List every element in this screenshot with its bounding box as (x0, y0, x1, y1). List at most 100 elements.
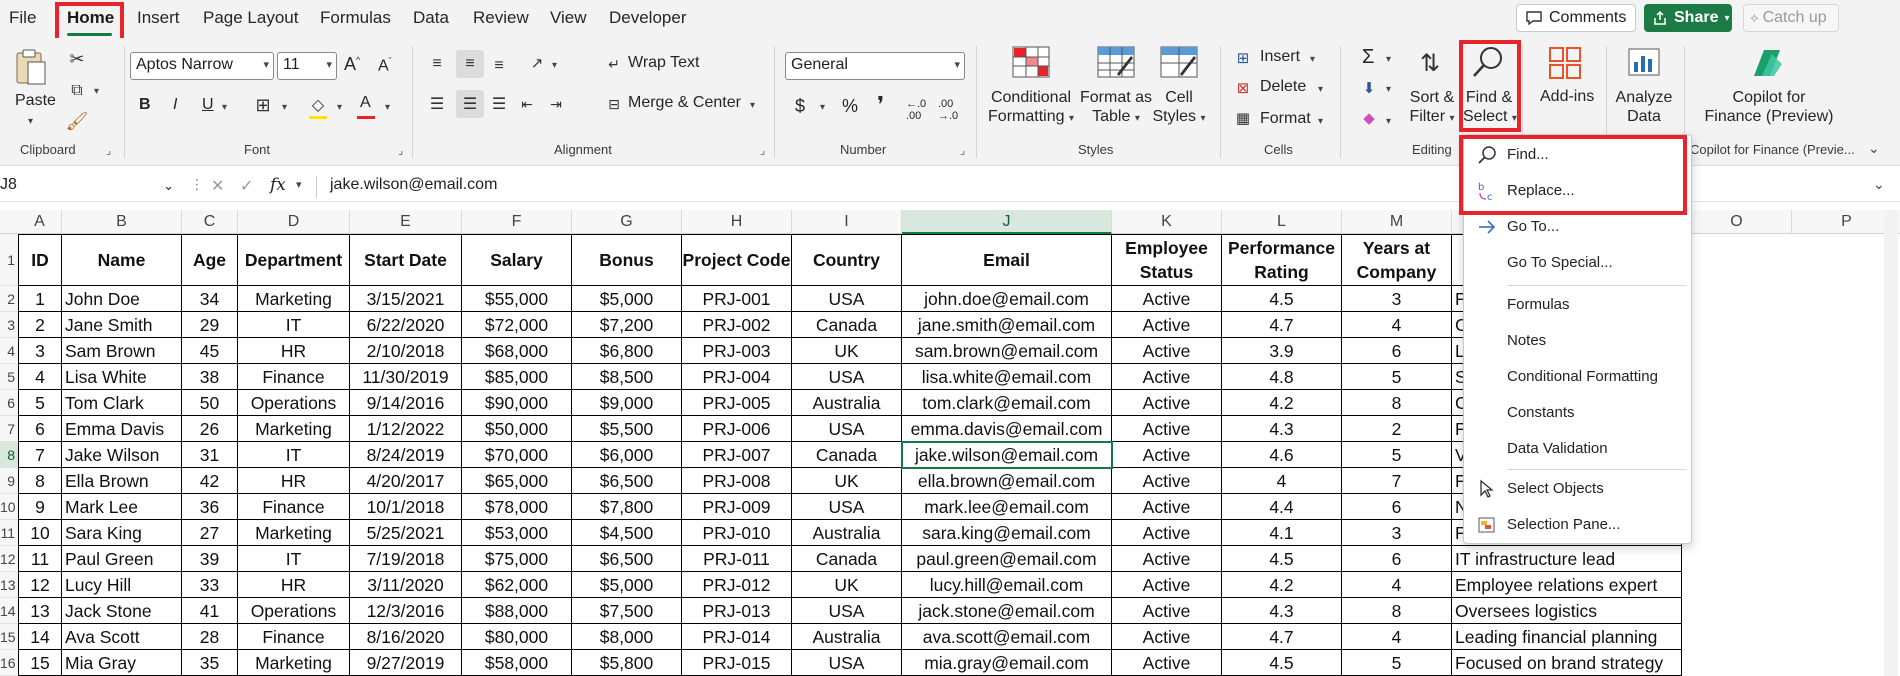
confirm-entry-icon[interactable]: ✓ (240, 176, 253, 196)
decrease-font-icon[interactable]: Aˇ (378, 56, 392, 75)
table-cell[interactable]: PRJ-006 (682, 416, 792, 442)
table-cell[interactable]: Active (1112, 286, 1222, 312)
table-cell[interactable]: $6,800 (572, 338, 682, 364)
table-cell[interactable]: Canada (792, 312, 902, 338)
table-cell[interactable]: 8 (1342, 598, 1452, 624)
insert-function-chevron-icon[interactable]: ▾ (296, 178, 302, 191)
table-cell[interactable]: 2 (1342, 416, 1452, 442)
table-cell[interactable]: 39 (182, 546, 238, 572)
row-header-12[interactable]: 12 (0, 546, 18, 572)
conditional-formatting-button[interactable]: Conditional Formatting ▾ (988, 88, 1074, 128)
row-header-1[interactable]: 1 (0, 234, 18, 286)
add-ins-icon[interactable] (1548, 46, 1582, 80)
font-name-select[interactable]: Aptos Narrow ▾ (130, 52, 274, 80)
table-cell[interactable]: USA (792, 416, 902, 442)
table-cell[interactable]: 8 (18, 468, 62, 494)
menu-data[interactable]: Data (413, 8, 449, 28)
cancel-entry-icon[interactable]: ✕ (211, 176, 224, 196)
table-cell[interactable]: 6 (1342, 546, 1452, 572)
table-cell[interactable]: 7 (1342, 468, 1452, 494)
menu-developer[interactable]: Developer (609, 8, 687, 28)
table-cell[interactable]: jack.stone@email.com (902, 598, 1112, 624)
sort-filter-icon[interactable]: ⇅ (1412, 46, 1448, 80)
table-cell[interactable]: Jake Wilson (62, 442, 182, 468)
fill-color-chevron-icon[interactable]: ▾ (337, 102, 342, 113)
table-cell[interactable]: Active (1112, 390, 1222, 416)
table-cell[interactable]: 12/3/2016 (350, 598, 462, 624)
table-cell[interactable]: $6,500 (572, 468, 682, 494)
currency-icon[interactable]: $ (795, 96, 805, 117)
header-cell[interactable]: Years at Company (1342, 234, 1452, 286)
row-header-15[interactable]: 15 (0, 624, 18, 650)
table-cell[interactable]: Australia (792, 390, 902, 416)
table-cell[interactable]: 15 (18, 650, 62, 676)
table-cell[interactable]: UK (792, 572, 902, 598)
menu-item-selection-pane[interactable]: Selection Pane... (1464, 509, 1693, 541)
align-bottom-icon[interactable]: ≡ (488, 56, 510, 76)
table-cell[interactable]: IT (238, 312, 350, 338)
column-header-k[interactable]: K (1112, 210, 1222, 234)
table-cell[interactable]: 31 (182, 442, 238, 468)
insert-cells-button[interactable]: Insert (1260, 48, 1300, 66)
table-cell[interactable]: Sara King (62, 520, 182, 546)
table-cell[interactable]: 6/22/2020 (350, 312, 462, 338)
table-cell[interactable]: 13 (18, 598, 62, 624)
comma-icon[interactable]: ❜ (877, 92, 884, 118)
vertical-scrollbar[interactable] (1884, 210, 1898, 676)
table-cell[interactable]: USA (792, 598, 902, 624)
delete-cells-chevron-icon[interactable]: ▾ (1318, 84, 1323, 95)
wrap-text-button[interactable]: Wrap Text (628, 54, 699, 72)
increase-indent-icon[interactable]: ⇥ (545, 94, 567, 114)
table-cell[interactable]: Active (1112, 312, 1222, 338)
table-cell[interactable]: 5 (1342, 442, 1452, 468)
table-cell[interactable]: PRJ-012 (682, 572, 792, 598)
analyze-data-button[interactable]: Analyze Data (1612, 88, 1676, 126)
table-cell[interactable]: Canada (792, 546, 902, 572)
table-cell[interactable]: Marketing (238, 416, 350, 442)
table-cell[interactable]: 4 (18, 364, 62, 390)
menu-review[interactable]: Review (473, 8, 529, 28)
italic-icon[interactable]: I (173, 96, 177, 114)
column-header-c[interactable]: C (182, 210, 238, 234)
table-cell[interactable]: Active (1112, 364, 1222, 390)
row-header-3[interactable]: 3 (0, 312, 18, 338)
table-cell[interactable]: 28 (182, 624, 238, 650)
header-cell[interactable]: Employee Status (1112, 234, 1222, 286)
table-cell[interactable]: UK (792, 338, 902, 364)
table-cell[interactable]: 3 (18, 338, 62, 364)
table-cell[interactable]: 35 (182, 650, 238, 676)
autosum-chevron-icon[interactable]: ▾ (1386, 54, 1391, 65)
table-cell[interactable]: $68,000 (462, 338, 572, 364)
wrap-text-icon[interactable]: ↵ (604, 54, 624, 74)
borders-chevron-icon[interactable]: ▾ (282, 102, 287, 113)
table-cell[interactable]: Active (1112, 442, 1222, 468)
table-cell[interactable]: 6 (1342, 338, 1452, 364)
table-cell[interactable]: PRJ-014 (682, 624, 792, 650)
ribbon-collapse-chevron-icon[interactable]: ⌄ (1868, 140, 1880, 157)
align-right-icon[interactable]: ☰ (488, 94, 510, 114)
table-cell[interactable]: 6 (1342, 494, 1452, 520)
table-cell[interactable]: $53,000 (462, 520, 572, 546)
table-cell[interactable]: 8/24/2019 (350, 442, 462, 468)
table-cell[interactable]: 4 (1342, 624, 1452, 650)
format-cells-chevron-icon[interactable]: ▾ (1318, 116, 1323, 127)
increase-decimal-icon[interactable]: ←.0.00 (906, 98, 926, 122)
table-cell[interactable]: Mark Lee (62, 494, 182, 520)
table-cell[interactable]: Focused on brand strategy (1452, 650, 1682, 676)
header-cell[interactable]: ID (18, 234, 62, 286)
column-header-h[interactable]: H (682, 210, 792, 234)
table-cell[interactable]: PRJ-009 (682, 494, 792, 520)
row-header-7[interactable]: 7 (0, 416, 18, 442)
table-cell[interactable]: 4.3 (1222, 598, 1342, 624)
analyze-data-icon[interactable] (1626, 46, 1662, 80)
row-header-5[interactable]: 5 (0, 364, 18, 390)
menu-item-go-to-special[interactable]: Go To Special... (1464, 247, 1693, 279)
clear-icon[interactable]: ◆ (1358, 108, 1380, 128)
format-cells-button[interactable]: Format (1260, 110, 1311, 128)
header-cell[interactable]: Salary (462, 234, 572, 286)
table-cell[interactable]: 4.2 (1222, 572, 1342, 598)
table-cell[interactable]: HR (238, 572, 350, 598)
table-cell[interactable]: Active (1112, 468, 1222, 494)
insert-cells-icon[interactable]: ⊞ (1232, 48, 1254, 68)
header-cell[interactable]: Start Date (350, 234, 462, 286)
